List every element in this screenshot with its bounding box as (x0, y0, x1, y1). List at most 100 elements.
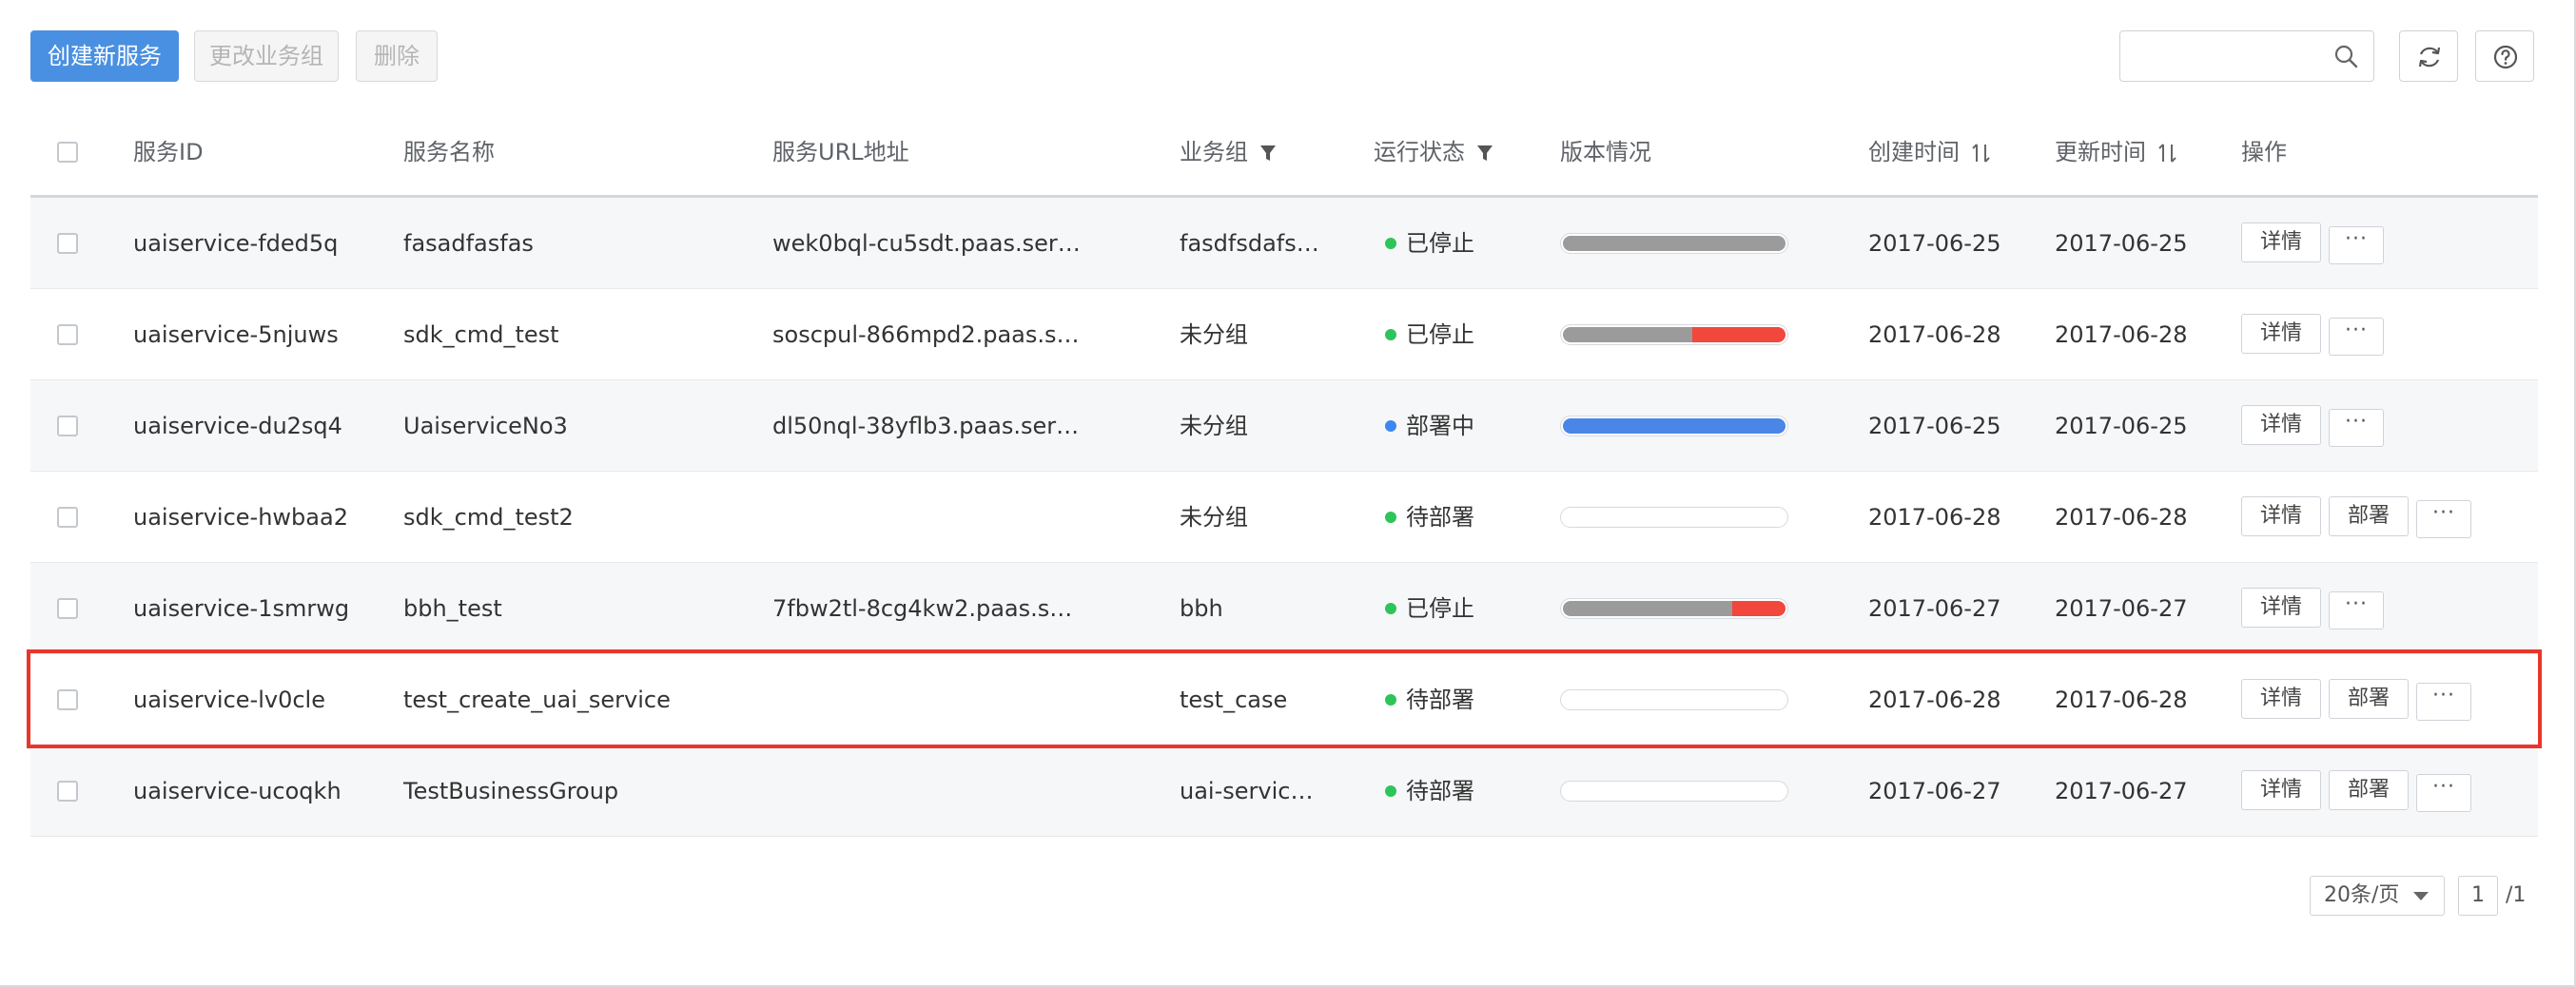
detail-button[interactable]: 详情 (2241, 496, 2321, 536)
status-dot (1385, 603, 1396, 614)
search-icon[interactable] (2333, 44, 2360, 70)
version-progress-bar (1560, 324, 1788, 345)
header-updated-time-label: 更新时间 (2055, 139, 2146, 165)
status-text: 待部署 (1406, 778, 1474, 804)
table-row[interactable]: uaiservice-5njuws sdk_cmd_test soscpul-866… (30, 289, 2538, 380)
service-id: uaiservice-fded5q (133, 230, 339, 257)
select-all-checkbox[interactable] (57, 142, 78, 163)
delete-button[interactable]: 删除 (356, 30, 438, 82)
status-text: 部署中 (1406, 413, 1474, 439)
status-dot (1385, 512, 1396, 523)
updated-time: 2017-06-28 (2055, 504, 2188, 531)
more-actions-button[interactable]: ··· (2329, 226, 2384, 264)
header-business-group[interactable]: 业务组 (1180, 133, 1277, 171)
page-size-label: 20条/页 (2324, 883, 2400, 907)
status-text: 已停止 (1406, 230, 1474, 257)
total-pages: /1 (2506, 883, 2527, 907)
header-created-time-label: 创建时间 (1868, 139, 1960, 165)
row-checkbox[interactable] (57, 598, 78, 619)
detail-button[interactable]: 详情 (2241, 314, 2321, 354)
status-dot (1385, 238, 1396, 249)
table-row[interactable]: uaiservice-du2sq4 UaiserviceNo3 dl50nql-38… (30, 380, 2538, 472)
header-business-group-label: 业务组 (1180, 139, 1248, 165)
highlighted-row-outline (27, 649, 2542, 748)
filter-icon[interactable] (1476, 144, 1493, 163)
service-name: fasadfasfas (403, 230, 534, 257)
service-id: uaiservice-5njuws (133, 321, 339, 348)
table-row[interactable]: uaiservice-ucoqkh TestBusinessGroup uai-se… (30, 745, 2538, 837)
more-actions-button[interactable]: ··· (2416, 774, 2471, 812)
created-time: 2017-06-25 (1868, 230, 2001, 257)
current-page-input[interactable]: 1 (2458, 876, 2498, 916)
help-button[interactable] (2475, 30, 2534, 82)
detail-button[interactable]: 详情 (2241, 770, 2321, 810)
table-row[interactable]: uaiservice-1smrwg bbh_test 7fbw2tl-8cg4kw2… (30, 563, 2538, 654)
service-url[interactable]: 7fbw2tl-8cg4kw2.paas.s… (772, 563, 1153, 654)
table-row[interactable]: uaiservice-hwbaa2 sdk_cmd_test2 未分组 待部署 2017… (30, 472, 2538, 563)
more-actions-button[interactable]: ··· (2329, 318, 2384, 356)
header-updated-time[interactable]: 更新时间 (2055, 133, 2178, 171)
created-time: 2017-06-28 (1868, 321, 2001, 348)
service-id: uaiservice-ucoqkh (133, 778, 342, 804)
version-progress-bar (1560, 781, 1788, 802)
version-segment-gray (1563, 236, 1786, 251)
created-time: 2017-06-27 (1868, 778, 2001, 804)
service-url[interactable]: wek0bql-cu5sdt.paas.ser… (772, 198, 1153, 289)
change-group-button[interactable]: 更改业务组 (194, 30, 339, 82)
row-checkbox[interactable] (57, 781, 78, 802)
created-time: 2017-06-28 (1868, 504, 2001, 531)
status-dot (1385, 420, 1396, 432)
detail-button[interactable]: 详情 (2241, 405, 2321, 445)
updated-time: 2017-06-25 (2055, 413, 2188, 439)
header-run-status[interactable]: 运行状态 (1374, 133, 1493, 171)
service-url[interactable] (772, 472, 1153, 563)
filter-icon[interactable] (1259, 144, 1277, 163)
service-name: bbh_test (403, 595, 502, 622)
header-operations: 操作 (2241, 139, 2287, 165)
refresh-icon (2418, 47, 2441, 68)
status-text: 待部署 (1406, 504, 1474, 531)
row-checkbox[interactable] (57, 507, 78, 528)
service-name: UaiserviceNo3 (403, 413, 568, 439)
version-segment-red (1692, 327, 1786, 342)
deploy-button[interactable]: 部署 (2329, 496, 2409, 536)
service-name: sdk_cmd_test2 (403, 504, 574, 531)
business-group: uai-servic… (1180, 778, 1314, 804)
service-url[interactable]: dl50nql-38yflb3.paas.ser… (772, 380, 1153, 472)
row-checkbox[interactable] (57, 416, 78, 436)
status-dot (1385, 329, 1396, 340)
detail-button[interactable]: 详情 (2241, 223, 2321, 262)
more-actions-button[interactable]: ··· (2416, 500, 2471, 538)
status-text: 已停止 (1406, 595, 1474, 622)
service-url[interactable] (772, 745, 1153, 837)
version-segment-blue (1563, 418, 1786, 434)
service-name: TestBusinessGroup (403, 778, 619, 804)
detail-button[interactable]: 详情 (2241, 588, 2321, 628)
updated-time: 2017-06-25 (2055, 230, 2188, 257)
version-progress-bar (1560, 598, 1788, 619)
sort-icon[interactable] (2157, 142, 2178, 164)
header-service-url[interactable]: 服务URL地址 (772, 133, 909, 171)
business-group: 未分组 (1180, 321, 1248, 348)
more-actions-button[interactable]: ··· (2329, 591, 2384, 629)
more-actions-button[interactable]: ··· (2329, 409, 2384, 447)
row-checkbox[interactable] (57, 324, 78, 345)
refresh-button[interactable] (2399, 30, 2458, 82)
create-service-button[interactable]: 创建新服务 (30, 30, 179, 82)
page-size-select[interactable]: 20条/页 (2310, 876, 2445, 916)
sort-icon[interactable] (1971, 142, 1992, 164)
service-list-page: 创建新服务 更改业务组 删除 服务ID 服务名称 服务URL地址 业务组 运行状… (0, 0, 2576, 987)
header-created-time[interactable]: 创建时间 (1868, 133, 1992, 171)
row-checkbox[interactable] (57, 233, 78, 254)
service-url[interactable]: soscpul-866mpd2.paas.s… (772, 289, 1153, 380)
service-name: sdk_cmd_test (403, 321, 559, 348)
header-run-status-label: 运行状态 (1374, 139, 1465, 165)
version-progress-bar (1560, 416, 1788, 436)
table-row[interactable]: uaiservice-fded5q fasadfasfas wek0bql-cu5s… (30, 198, 2538, 289)
header-service-name[interactable]: 服务名称 (403, 133, 495, 171)
updated-time: 2017-06-28 (2055, 321, 2188, 348)
search-input[interactable] (2130, 39, 2324, 75)
header-service-id[interactable]: 服务ID (133, 133, 204, 171)
version-segment-gray (1563, 327, 1692, 342)
deploy-button[interactable]: 部署 (2329, 770, 2409, 810)
